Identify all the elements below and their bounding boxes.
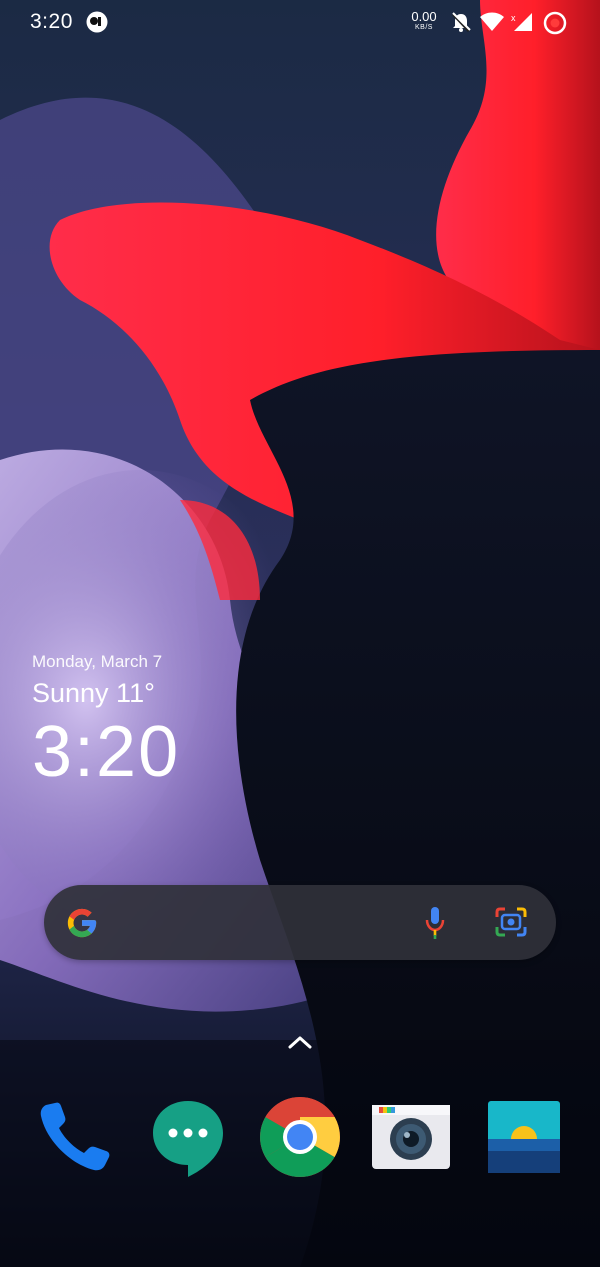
- weather-label[interactable]: Sunny 11°: [32, 678, 180, 709]
- mute-bell-icon: [451, 12, 471, 33]
- wallpaper: [0, 0, 600, 1267]
- network-rate: 0.00 KB/S: [409, 10, 439, 31]
- gallery-app-icon[interactable]: [482, 1095, 566, 1179]
- clock-widget[interactable]: Monday, March 7 Sunny 11° 3:20: [32, 652, 180, 792]
- app-dock: [0, 1095, 600, 1185]
- chrome-app-icon[interactable]: [258, 1095, 342, 1179]
- messages-app-icon[interactable]: [146, 1095, 230, 1179]
- network-rate-value: 0.00: [411, 9, 437, 24]
- status-bar: 3:20 0.00 KB/S x: [0, 0, 600, 46]
- google-g-icon: [67, 908, 97, 938]
- svg-text:x: x: [511, 13, 516, 23]
- chevron-up-icon[interactable]: [286, 1033, 314, 1051]
- camera-app-icon[interactable]: [369, 1095, 453, 1179]
- network-rate-unit: KB/S: [415, 24, 433, 31]
- date-label: Monday, March 7: [32, 652, 163, 671]
- status-time: 3:20: [30, 10, 73, 33]
- phone-app-icon[interactable]: [32, 1095, 116, 1179]
- lens-icon[interactable]: [494, 906, 528, 938]
- app-notification-icon: [86, 11, 108, 33]
- no-signal-icon: x: [511, 13, 532, 31]
- wifi-icon: [480, 12, 504, 31]
- clock-time[interactable]: 3:20: [32, 712, 180, 792]
- screen-record-icon: [543, 11, 567, 35]
- google-search-bar[interactable]: [44, 885, 556, 960]
- microphone-icon[interactable]: [424, 905, 446, 941]
